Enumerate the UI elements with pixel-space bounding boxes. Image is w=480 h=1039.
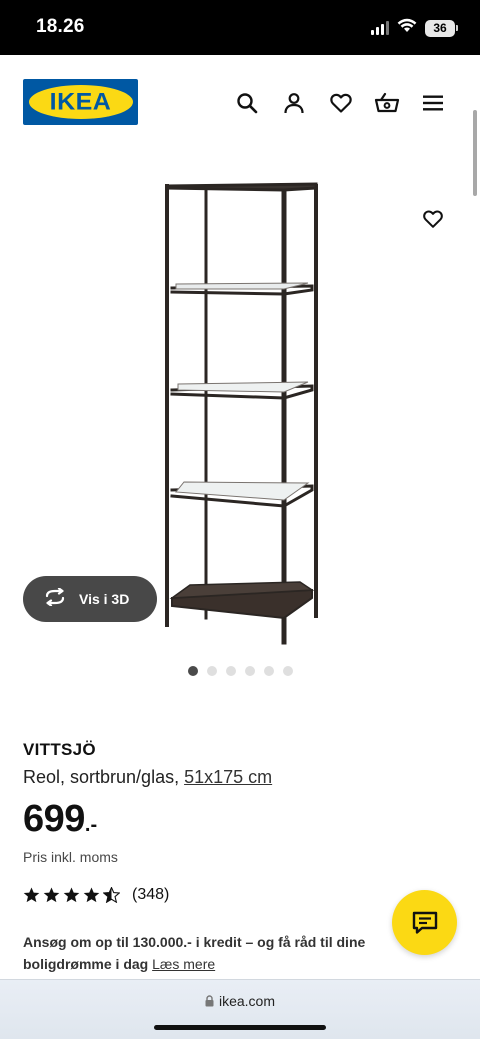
product-type: Reol, sortbrun/glas, — [23, 767, 185, 787]
product-size-link[interactable]: 51x175 cm — [184, 767, 272, 787]
gallery-dot[interactable] — [283, 666, 293, 676]
price-suffix: .- — [84, 814, 98, 836]
view-in-3d-label: Vis i 3D — [79, 591, 130, 607]
star-icon — [23, 887, 40, 903]
star-icon — [83, 887, 100, 903]
gallery-pagination — [188, 666, 293, 676]
search-icon[interactable] — [233, 89, 261, 117]
browser-address-bar: ikea.com — [0, 979, 480, 1039]
status-time: 18.26 — [36, 16, 85, 37]
read-more-link[interactable]: Læs mere — [152, 956, 215, 972]
page-scrollbar[interactable] — [473, 110, 477, 196]
heart-outline-icon — [423, 210, 443, 228]
wifi-icon — [397, 18, 417, 38]
product-rating[interactable]: (348) — [23, 886, 169, 904]
price-note: Pris inkl. moms — [23, 849, 118, 865]
rotate-3d-icon — [43, 586, 67, 611]
url-text: ikea.com — [218, 993, 276, 1009]
review-count: (348) — [132, 886, 170, 903]
account-icon[interactable] — [280, 89, 308, 117]
lock-icon — [205, 995, 214, 1007]
logo-text: IKEA — [49, 88, 112, 115]
status-bar: 18.26 36 — [0, 0, 480, 55]
star-icon — [43, 887, 60, 903]
gallery-dot[interactable] — [226, 666, 236, 676]
product-description: Reol, sortbrun/glas, 51x175 cm — [23, 767, 272, 788]
rating-stars — [23, 887, 120, 903]
basket-icon[interactable] — [373, 89, 401, 117]
url-field[interactable]: ikea.com — [0, 993, 480, 1009]
price-value: 699 — [23, 798, 85, 840]
home-indicator[interactable] — [154, 1025, 326, 1030]
heart-icon[interactable] — [327, 89, 355, 117]
chat-icon — [412, 911, 437, 934]
half-star-icon — [103, 887, 120, 903]
gallery-dot[interactable] — [264, 666, 274, 676]
site-header: IKEA — [0, 55, 480, 150]
gallery-dot[interactable] — [188, 666, 198, 676]
status-icons: 36 — [371, 18, 458, 38]
credit-offer: Ansøg om op til 130.000.- i kredit – og … — [23, 931, 388, 975]
battery-level: 36 — [425, 19, 455, 37]
product-name: VITTSJÖ — [23, 740, 96, 759]
battery-icon: 36 — [425, 19, 458, 37]
add-to-favourites-button[interactable] — [414, 200, 452, 238]
star-icon — [63, 887, 80, 903]
signal-icon — [371, 21, 389, 35]
gallery-dot[interactable] — [245, 666, 255, 676]
product-image[interactable] — [150, 170, 340, 650]
product-price: 699 .- — [23, 798, 97, 841]
ikea-logo[interactable]: IKEA — [23, 79, 138, 125]
view-in-3d-button[interactable]: Vis i 3D — [23, 576, 157, 622]
gallery-dot[interactable] — [207, 666, 217, 676]
menu-icon[interactable] — [419, 89, 447, 117]
chat-button[interactable] — [392, 890, 457, 955]
